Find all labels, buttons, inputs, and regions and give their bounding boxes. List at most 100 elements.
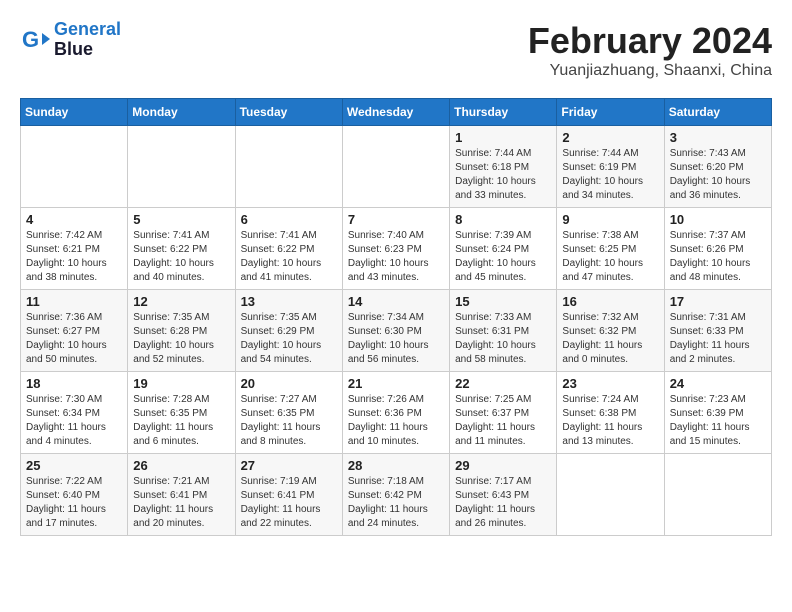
calendar-cell: 20 Sunrise: 7:27 AM Sunset: 6:35 PM Dayli… [235, 372, 342, 454]
day-number: 22 [455, 376, 552, 391]
calendar-cell: 2 Sunrise: 7:44 AM Sunset: 6:19 PM Daylig… [557, 126, 664, 208]
calendar-cell: 24Sunrise: 7:23 AM Sunset: 6:39 PM Dayli… [664, 372, 771, 454]
day-info: Sunrise: 7:35 AM Sunset: 6:29 PM Dayligh… [241, 311, 338, 367]
calendar-cell: 19 Sunrise: 7:28 AM Sunset: 6:35 PM Dayli… [128, 372, 235, 454]
calendar-cell: 10 Sunrise: 7:37 AM Sunset: 6:26 PM Dayli… [664, 208, 771, 290]
calendar-cell: 23Sunrise: 7:24 AM Sunset: 6:38 PM Dayli… [557, 372, 664, 454]
day-number: 23 [562, 376, 659, 391]
calendar-cell: 17 Sunrise: 7:31 AM Sunset: 6:33 PM Dayli… [664, 290, 771, 372]
day-info: Sunrise: 7:40 AM Sunset: 6:23 PM Dayligh… [348, 229, 445, 285]
calendar-cell: 14 Sunrise: 7:34 AM Sunset: 6:30 PM Dayli… [342, 290, 449, 372]
day-info: Sunrise: 7:22 AM Sunset: 6:40 PM Dayligh… [26, 475, 123, 531]
day-number: 26 [133, 458, 230, 473]
day-info: Sunrise: 7:30 AM Sunset: 6:34 PM Dayligh… [26, 393, 123, 449]
day-number: 4 [26, 212, 123, 227]
calendar-cell: 22 Sunrise: 7:25 AM Sunset: 6:37 PM Dayli… [450, 372, 557, 454]
day-number: 2 [562, 130, 659, 145]
day-info: Sunrise: 7:18 AM Sunset: 6:42 PM Dayligh… [348, 475, 445, 531]
calendar-cell [557, 454, 664, 536]
day-number: 17 [670, 294, 767, 309]
day-info: Sunrise: 7:31 AM Sunset: 6:33 PM Dayligh… [670, 311, 767, 367]
day-number: 19 [133, 376, 230, 391]
day-info: Sunrise: 7:36 AM Sunset: 6:27 PM Dayligh… [26, 311, 123, 367]
day-number: 11 [26, 294, 123, 309]
calendar-cell: 3 Sunrise: 7:43 AM Sunset: 6:20 PM Daylig… [664, 126, 771, 208]
day-info: Sunrise: 7:43 AM Sunset: 6:20 PM Dayligh… [670, 147, 767, 203]
day-number: 29 [455, 458, 552, 473]
day-info: Sunrise: 7:32 AM Sunset: 6:32 PM Dayligh… [562, 311, 659, 367]
weekday-header-row: SundayMondayTuesdayWednesdayThursdayFrid… [21, 99, 772, 126]
weekday-header-sunday: Sunday [21, 99, 128, 126]
logo-icon: G [20, 25, 50, 55]
day-number: 7 [348, 212, 445, 227]
calendar-cell: 8Sunrise: 7:39 AM Sunset: 6:24 PM Daylig… [450, 208, 557, 290]
calendar-cell: 29Sunrise: 7:17 AM Sunset: 6:43 PM Dayli… [450, 454, 557, 536]
calendar-cell [128, 126, 235, 208]
calendar-week-4: 18 Sunrise: 7:30 AM Sunset: 6:34 PM Dayli… [21, 372, 772, 454]
calendar-body: 1 Sunrise: 7:44 AM Sunset: 6:18 PM Daylig… [21, 126, 772, 536]
day-number: 24 [670, 376, 767, 391]
calendar-cell: 7 Sunrise: 7:40 AM Sunset: 6:23 PM Daylig… [342, 208, 449, 290]
day-number: 5 [133, 212, 230, 227]
day-info: Sunrise: 7:41 AM Sunset: 6:22 PM Dayligh… [241, 229, 338, 285]
day-number: 21 [348, 376, 445, 391]
day-number: 20 [241, 376, 338, 391]
title-section: February 2024 Yuanjiazhuang, Shaanxi, Ch… [528, 20, 772, 80]
calendar-cell: 16 Sunrise: 7:32 AM Sunset: 6:32 PM Dayli… [557, 290, 664, 372]
weekday-header-tuesday: Tuesday [235, 99, 342, 126]
calendar-cell: 11 Sunrise: 7:36 AM Sunset: 6:27 PM Dayli… [21, 290, 128, 372]
day-info: Sunrise: 7:26 AM Sunset: 6:36 PM Dayligh… [348, 393, 445, 449]
day-number: 12 [133, 294, 230, 309]
calendar-header: SundayMondayTuesdayWednesdayThursdayFrid… [21, 99, 772, 126]
calendar-cell: 18 Sunrise: 7:30 AM Sunset: 6:34 PM Dayli… [21, 372, 128, 454]
day-info: Sunrise: 7:37 AM Sunset: 6:26 PM Dayligh… [670, 229, 767, 285]
calendar-week-1: 1 Sunrise: 7:44 AM Sunset: 6:18 PM Daylig… [21, 126, 772, 208]
calendar-cell: 5 Sunrise: 7:41 AM Sunset: 6:22 PM Daylig… [128, 208, 235, 290]
day-info: Sunrise: 7:34 AM Sunset: 6:30 PM Dayligh… [348, 311, 445, 367]
weekday-header-friday: Friday [557, 99, 664, 126]
weekday-header-wednesday: Wednesday [342, 99, 449, 126]
day-info: Sunrise: 7:27 AM Sunset: 6:35 PM Dayligh… [241, 393, 338, 449]
day-info: Sunrise: 7:39 AM Sunset: 6:24 PM Dayligh… [455, 229, 552, 285]
day-number: 6 [241, 212, 338, 227]
day-number: 10 [670, 212, 767, 227]
calendar-cell: 28 Sunrise: 7:18 AM Sunset: 6:42 PM Dayli… [342, 454, 449, 536]
day-number: 13 [241, 294, 338, 309]
day-info: Sunrise: 7:41 AM Sunset: 6:22 PM Dayligh… [133, 229, 230, 285]
weekday-header-monday: Monday [128, 99, 235, 126]
day-number: 9 [562, 212, 659, 227]
location-subtitle: Yuanjiazhuang, Shaanxi, China [528, 62, 772, 80]
calendar-cell: 1 Sunrise: 7:44 AM Sunset: 6:18 PM Daylig… [450, 126, 557, 208]
day-number: 16 [562, 294, 659, 309]
calendar-cell: 26 Sunrise: 7:21 AM Sunset: 6:41 PM Dayli… [128, 454, 235, 536]
day-info: Sunrise: 7:33 AM Sunset: 6:31 PM Dayligh… [455, 311, 552, 367]
calendar-cell: 9 Sunrise: 7:38 AM Sunset: 6:25 PM Daylig… [557, 208, 664, 290]
calendar-cell: 6 Sunrise: 7:41 AM Sunset: 6:22 PM Daylig… [235, 208, 342, 290]
calendar-table: SundayMondayTuesdayWednesdayThursdayFrid… [20, 98, 772, 536]
day-info: Sunrise: 7:28 AM Sunset: 6:35 PM Dayligh… [133, 393, 230, 449]
weekday-header-thursday: Thursday [450, 99, 557, 126]
calendar-cell [235, 126, 342, 208]
day-number: 25 [26, 458, 123, 473]
calendar-cell [342, 126, 449, 208]
day-info: Sunrise: 7:44 AM Sunset: 6:19 PM Dayligh… [562, 147, 659, 203]
day-number: 14 [348, 294, 445, 309]
day-number: 18 [26, 376, 123, 391]
calendar-week-2: 4 Sunrise: 7:42 AM Sunset: 6:21 PM Daylig… [21, 208, 772, 290]
calendar-week-5: 25 Sunrise: 7:22 AM Sunset: 6:40 PM Dayli… [21, 454, 772, 536]
day-info: Sunrise: 7:42 AM Sunset: 6:21 PM Dayligh… [26, 229, 123, 285]
weekday-header-saturday: Saturday [664, 99, 771, 126]
calendar-cell [664, 454, 771, 536]
calendar-cell: 13 Sunrise: 7:35 AM Sunset: 6:29 PM Dayli… [235, 290, 342, 372]
page-header: G General Blue February 2024 Yuanjiazhua… [20, 20, 772, 88]
day-number: 3 [670, 130, 767, 145]
day-info: Sunrise: 7:21 AM Sunset: 6:41 PM Dayligh… [133, 475, 230, 531]
day-number: 28 [348, 458, 445, 473]
day-number: 1 [455, 130, 552, 145]
day-info: Sunrise: 7:25 AM Sunset: 6:37 PM Dayligh… [455, 393, 552, 449]
calendar-cell [21, 126, 128, 208]
logo: G General Blue [20, 20, 121, 60]
day-info: Sunrise: 7:19 AM Sunset: 6:41 PM Dayligh… [241, 475, 338, 531]
day-info: Sunrise: 7:44 AM Sunset: 6:18 PM Dayligh… [455, 147, 552, 203]
day-info: Sunrise: 7:38 AM Sunset: 6:25 PM Dayligh… [562, 229, 659, 285]
